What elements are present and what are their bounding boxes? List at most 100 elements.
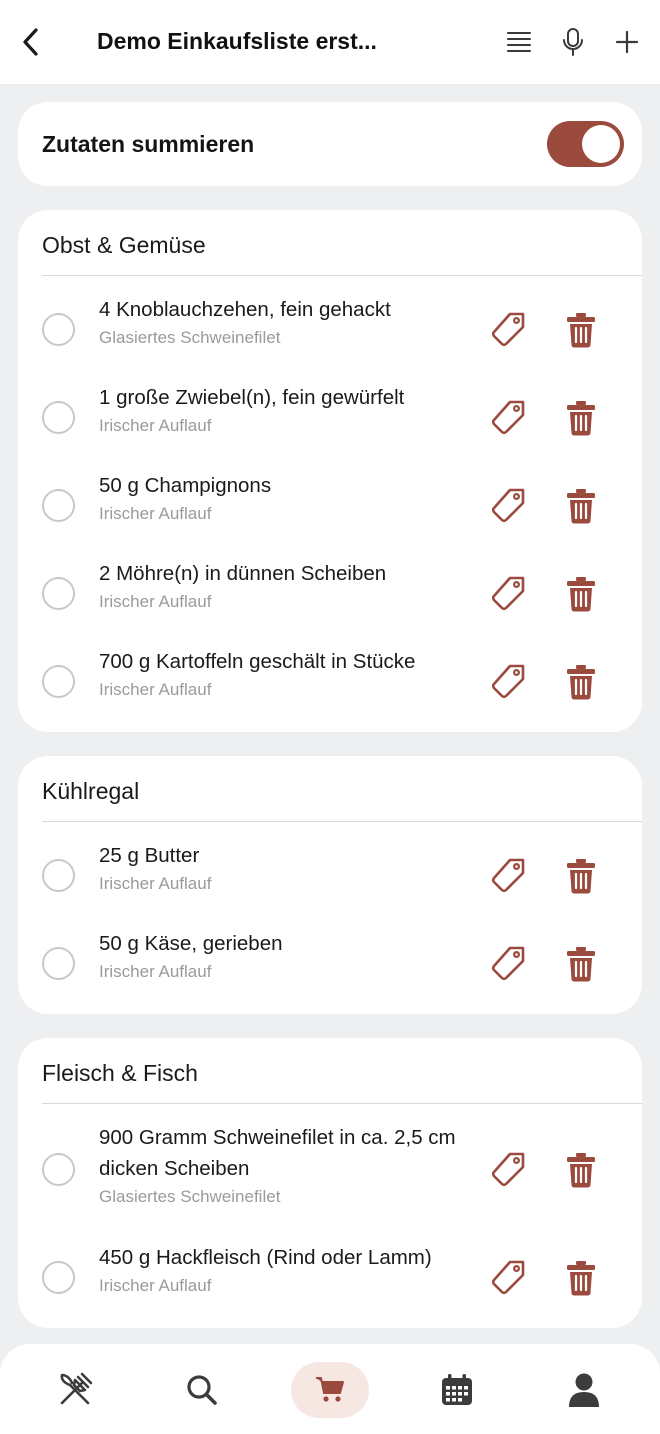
voice-input-button[interactable] — [555, 24, 591, 60]
category-card: Fleisch & Fisch 900 Gramm Schweinefilet i… — [18, 1038, 642, 1328]
page-title: Demo Einkaufsliste erst... — [97, 28, 377, 54]
trash-icon — [566, 946, 596, 982]
list-item[interactable]: 4 Knoblauchzehen, fein gehackt Glasiertes… — [18, 284, 642, 372]
item-recipe: Irischer Auflauf — [99, 680, 212, 699]
item-checkbox[interactable] — [42, 577, 75, 610]
add-item-button[interactable] — [609, 24, 645, 60]
tag-button[interactable] — [488, 1150, 528, 1190]
list-item[interactable]: 25 g Butter Irischer Auflauf — [18, 830, 642, 918]
category-title: Fleisch & Fisch — [42, 1060, 198, 1086]
item-text: 1 große Zwiebel(n), fein gewürfelt Irisch… — [99, 382, 469, 438]
nav-search[interactable] — [163, 1362, 241, 1418]
nav-recipes[interactable] — [36, 1362, 114, 1418]
item-checkbox[interactable] — [42, 1153, 75, 1186]
cart-icon — [316, 1377, 344, 1402]
nav-meal-plan[interactable] — [418, 1362, 496, 1418]
nav-profile[interactable] — [545, 1362, 623, 1418]
tag-button[interactable] — [488, 574, 528, 614]
sum-ingredients-toggle[interactable] — [547, 121, 624, 167]
trash-icon — [566, 1260, 596, 1296]
item-text: 50 g Käse, gerieben Irischer Auflauf — [99, 928, 469, 984]
list-item[interactable]: 450 g Hackfleisch (Rind oder Lamm) Irisch… — [18, 1232, 642, 1320]
item-name: 2 Möhre(n) in dünnen Scheiben — [99, 562, 387, 585]
item-recipe: Irischer Auflauf — [99, 416, 212, 435]
item-text: 50 g Champignons Irischer Auflauf — [99, 470, 469, 526]
category-divider — [42, 275, 642, 276]
shopping-list-content[interactable]: Zutaten summieren Obst & Gemüse 4 Knoblau… — [0, 84, 660, 1344]
item-checkbox[interactable] — [42, 489, 75, 522]
delete-button[interactable] — [561, 310, 601, 350]
item-text: 700 g Kartoffeln geschält in Stücke Irisc… — [99, 646, 469, 702]
tag-button[interactable] — [488, 486, 528, 526]
item-checkbox[interactable] — [42, 947, 75, 980]
trash-icon — [566, 312, 596, 348]
item-text: 4 Knoblauchzehen, fein gehackt Glasiertes… — [99, 294, 469, 350]
list-item[interactable]: 50 g Champignons Irischer Auflauf — [18, 460, 642, 548]
tag-button[interactable] — [488, 310, 528, 350]
trash-icon — [566, 1152, 596, 1188]
bottom-navigation — [0, 1344, 660, 1434]
item-recipe: Irischer Auflauf — [99, 1276, 212, 1295]
back-button[interactable] — [14, 24, 48, 60]
delete-button[interactable] — [561, 1150, 601, 1190]
item-recipe: Glasiertes Schweinefilet — [99, 1187, 281, 1206]
item-text: 900 Gramm Schweinefilet in ca. 2,5 cm di… — [99, 1122, 469, 1209]
delete-button[interactable] — [561, 1258, 601, 1298]
delete-button[interactable] — [561, 398, 601, 438]
calendar-icon — [442, 1374, 472, 1405]
item-recipe: Irischer Auflauf — [99, 592, 212, 611]
item-text: 450 g Hackfleisch (Rind oder Lamm) Irisch… — [99, 1242, 469, 1298]
item-checkbox[interactable] — [42, 1261, 75, 1294]
tag-icon — [489, 1259, 527, 1297]
tag-icon — [489, 857, 527, 895]
list-icon — [507, 32, 531, 52]
list-item[interactable]: 2 Möhre(n) in dünnen Scheiben Irischer Au… — [18, 548, 642, 636]
tag-icon — [489, 945, 527, 983]
tag-button[interactable] — [488, 856, 528, 896]
item-text: 25 g Butter Irischer Auflauf — [99, 840, 469, 896]
tag-button[interactable] — [488, 662, 528, 702]
delete-button[interactable] — [561, 662, 601, 702]
list-item[interactable]: 50 g Käse, gerieben Irischer Auflauf — [18, 918, 642, 1006]
tag-icon — [489, 311, 527, 349]
item-name: 50 g Champignons — [99, 474, 272, 497]
item-checkbox[interactable] — [42, 859, 75, 892]
tag-icon — [489, 575, 527, 613]
item-recipe: Irischer Auflauf — [99, 504, 212, 523]
item-name: 25 g Butter — [99, 844, 200, 867]
trash-icon — [566, 664, 596, 700]
item-checkbox[interactable] — [42, 313, 75, 346]
item-name: 450 g Hackfleisch (Rind oder Lamm) — [99, 1246, 432, 1269]
list-item[interactable]: 1 große Zwiebel(n), fein gewürfelt Irisch… — [18, 372, 642, 460]
item-name: 900 Gramm Schweinefilet in ca. 2,5 cm di… — [99, 1126, 456, 1180]
item-checkbox[interactable] — [42, 401, 75, 434]
plus-icon — [615, 30, 639, 54]
category-divider — [42, 821, 642, 822]
tag-button[interactable] — [488, 944, 528, 984]
tag-button[interactable] — [488, 1258, 528, 1298]
item-checkbox[interactable] — [42, 665, 75, 698]
delete-button[interactable] — [561, 856, 601, 896]
delete-button[interactable] — [561, 944, 601, 984]
nav-shopping-list[interactable] — [291, 1362, 369, 1418]
list-item[interactable]: 900 Gramm Schweinefilet in ca. 2,5 cm di… — [18, 1112, 642, 1232]
microphone-icon — [563, 28, 583, 56]
item-text: 2 Möhre(n) in dünnen Scheiben Irischer Au… — [99, 558, 469, 614]
trash-icon — [566, 858, 596, 894]
tag-button[interactable] — [488, 398, 528, 438]
delete-button[interactable] — [561, 486, 601, 526]
category-divider — [42, 1103, 642, 1104]
item-recipe: Irischer Auflauf — [99, 874, 212, 893]
trash-icon — [566, 576, 596, 612]
item-name: 50 g Käse, gerieben — [99, 932, 283, 955]
item-name: 4 Knoblauchzehen, fein gehackt — [99, 298, 391, 321]
list-view-button[interactable] — [501, 24, 537, 60]
list-item[interactable]: 700 g Kartoffeln geschält in Stücke Irisc… — [18, 636, 642, 724]
category-card: Obst & Gemüse 4 Knoblauchzehen, fein geha… — [18, 210, 642, 732]
sum-ingredients-label: Zutaten summieren — [42, 131, 255, 157]
back-icon — [23, 28, 38, 56]
delete-button[interactable] — [561, 574, 601, 614]
item-name: 1 große Zwiebel(n), fein gewürfelt — [99, 386, 405, 409]
app-header: Demo Einkaufsliste erst... — [0, 0, 660, 84]
category-title: Obst & Gemüse — [42, 232, 206, 258]
